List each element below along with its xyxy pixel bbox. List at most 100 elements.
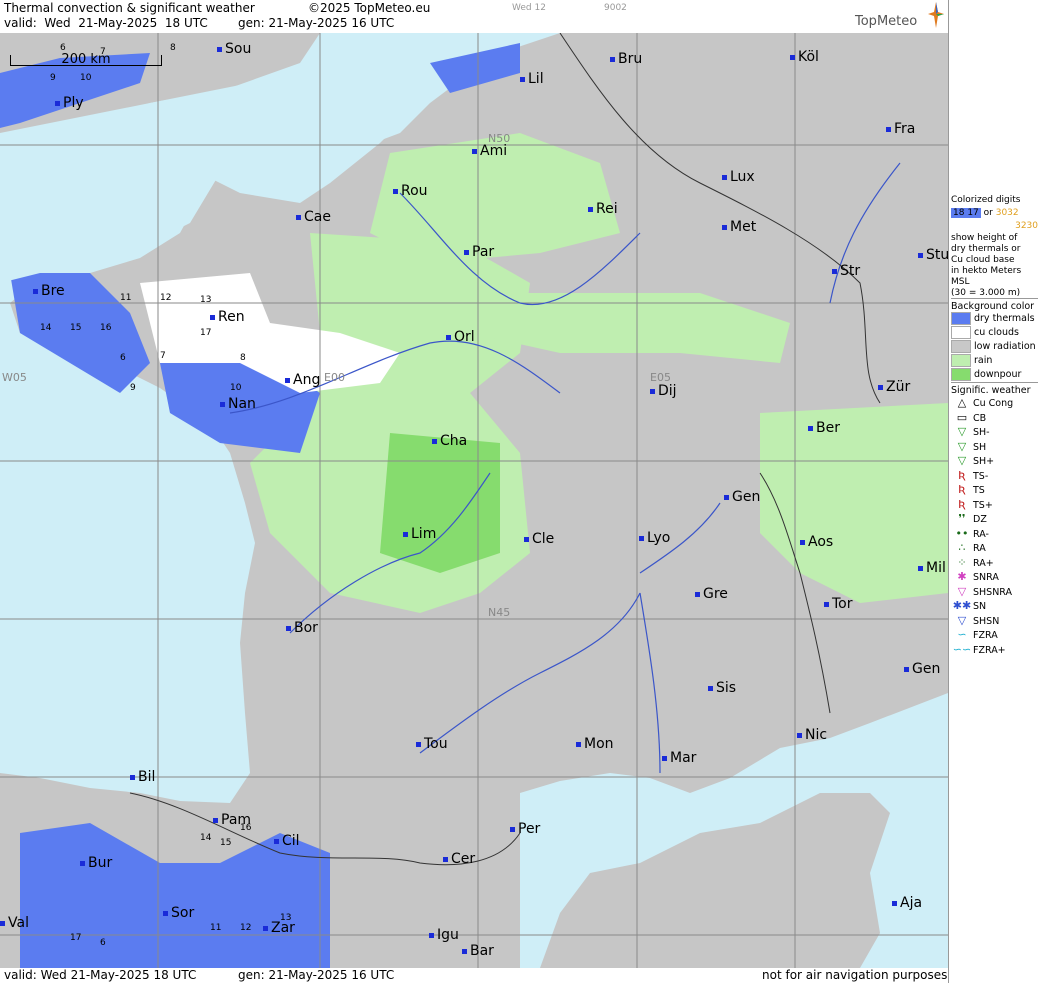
city-label: Mon (576, 736, 614, 752)
city-label: Ami (472, 143, 507, 159)
city-marker-icon (462, 948, 467, 954)
legend-weather-item: Ʀ TS+ (951, 498, 993, 511)
city-name: Cle (532, 531, 555, 547)
weather-symbol-icon: Ʀ (958, 468, 966, 482)
thermal-height-digit: 11 (120, 293, 132, 303)
city-label: Cil (274, 833, 300, 849)
city-label: Lux (722, 169, 755, 185)
city-name: Aja (900, 895, 923, 911)
tab-day[interactable]: Wed 12 (512, 3, 546, 13)
city-marker-icon (0, 920, 5, 926)
city-marker-icon (800, 539, 805, 545)
city-label: Bor (286, 620, 318, 636)
city-name: Mar (670, 750, 697, 766)
city-name: Val (8, 915, 29, 931)
city-name: Mon (584, 736, 614, 752)
city-marker-icon (220, 401, 225, 407)
city-name: Tor (832, 596, 853, 612)
weather-symbol-icon: ▽ (957, 454, 967, 467)
city-label: Bil (130, 769, 155, 785)
legend-background-label: downpour (974, 369, 1022, 380)
topmeteo-logo[interactable]: TopMeteo (855, 14, 917, 29)
city-marker-icon (886, 126, 891, 132)
legend-weather-item: ✱ SNRA (951, 570, 998, 583)
weather-symbol-icon: ∴ (958, 541, 966, 554)
city-marker-icon (263, 925, 268, 931)
thermal-height-digit: 9 (50, 73, 56, 83)
legend-digit-example-1: 18 17 (951, 208, 981, 218)
city-label: Ren (210, 309, 245, 325)
legend-weather-item: ∽ FZRA (951, 628, 997, 641)
legend-weather-label: FZRA+ (973, 644, 1006, 656)
legend-weather-label: SHSNRA (973, 586, 1013, 598)
legend-color-swatch (951, 326, 971, 339)
city-name: Lyo (647, 530, 671, 546)
weather-symbol-icon: ✱ (957, 570, 967, 583)
city-marker-icon (286, 625, 291, 631)
legend-weather-item: ∴ RA (951, 541, 986, 554)
legend-weather-item: ▽ SH (951, 440, 986, 453)
city-name: Bor (294, 620, 318, 636)
legend-color-swatch (951, 340, 971, 353)
legend-background-item: cu clouds (951, 326, 1019, 339)
city-label: Val (0, 915, 29, 931)
legend-background-label: cu clouds (974, 327, 1019, 338)
footer-disclaimer: not for air navigation purposes (762, 968, 948, 982)
thermal-height-digit: 8 (170, 43, 176, 53)
city-label: Par (464, 244, 494, 260)
city-label: Str (832, 263, 860, 279)
legend-weather-label: SH+ (973, 456, 995, 467)
city-marker-icon (443, 856, 448, 862)
thermal-height-digit: 13 (280, 913, 292, 923)
forecast-map[interactable]: 200 km W05 E00 E05 N50 N45 Ply Sou Bru Köl L… (0, 33, 949, 968)
city-label: Sis (708, 680, 736, 696)
city-label: Lim (403, 526, 436, 542)
legend-weather-item: Ʀ TS (951, 483, 985, 496)
map-title: Thermal convection & significant weather (4, 1, 255, 15)
city-name: Bru (618, 51, 643, 67)
city-name: Aos (808, 534, 834, 550)
city-label: Bre (33, 283, 65, 299)
city-marker-icon (650, 388, 655, 394)
legend-weather-item: ∽∽ FZRA+ (951, 643, 1006, 656)
city-name: Zür (886, 379, 911, 395)
city-marker-icon (403, 531, 408, 537)
city-label: Orl (446, 329, 475, 345)
weather-symbol-icon: ∽ (957, 628, 967, 641)
thermal-height-digit: 13 (200, 295, 212, 305)
city-label: Lyo (639, 530, 670, 546)
city-label: Igu (429, 927, 459, 943)
legend-weather-item: •• RA- (951, 527, 989, 540)
thermal-height-digit: 6 (60, 43, 66, 53)
legend-digit-example-2: 3032 (995, 208, 1019, 218)
copyright: ©2025 TopMeteo.eu (308, 1, 431, 15)
city-label: Sor (163, 905, 194, 921)
legend-background-label: low radiation (974, 341, 1036, 352)
city-marker-icon (724, 494, 729, 500)
grid-label-e00: E00 (324, 371, 345, 384)
legend-explain-line: Cu cloud base (951, 255, 1015, 265)
city-marker-icon (285, 377, 290, 383)
city-label: Dij (650, 383, 677, 399)
legend-weather-label: SH- (973, 427, 990, 438)
thermal-height-digit: 6 (120, 353, 126, 363)
city-label: Fra (886, 121, 915, 137)
city-marker-icon (130, 774, 135, 780)
tab-code[interactable]: 9002 (604, 3, 627, 13)
legend-weather-item: △ Cu Cong (951, 396, 1013, 409)
city-marker-icon (904, 666, 909, 672)
thermal-height-digit: 7 (100, 47, 106, 57)
footer-bar: valid: Wed 21-May-2025 18 UTC gen: 21-Ma… (0, 968, 948, 983)
city-label: Gre (695, 586, 728, 602)
city-name: Bar (470, 943, 494, 959)
legend-weather-label: Cu Cong (973, 398, 1014, 409)
weather-symbol-icon: ▽ (957, 439, 967, 453)
city-label: Mar (662, 750, 696, 766)
header-bar: Thermal convection & significant weather… (0, 0, 948, 34)
legend-weather-title: Signific. weather (951, 382, 1038, 396)
city-marker-icon (210, 314, 215, 320)
thermal-height-digit: 10 (230, 383, 242, 393)
grid-label-n45: N45 (488, 606, 511, 619)
legend-colorized-title: Colorized digits (951, 195, 1021, 205)
legend-color-swatch (951, 312, 971, 325)
